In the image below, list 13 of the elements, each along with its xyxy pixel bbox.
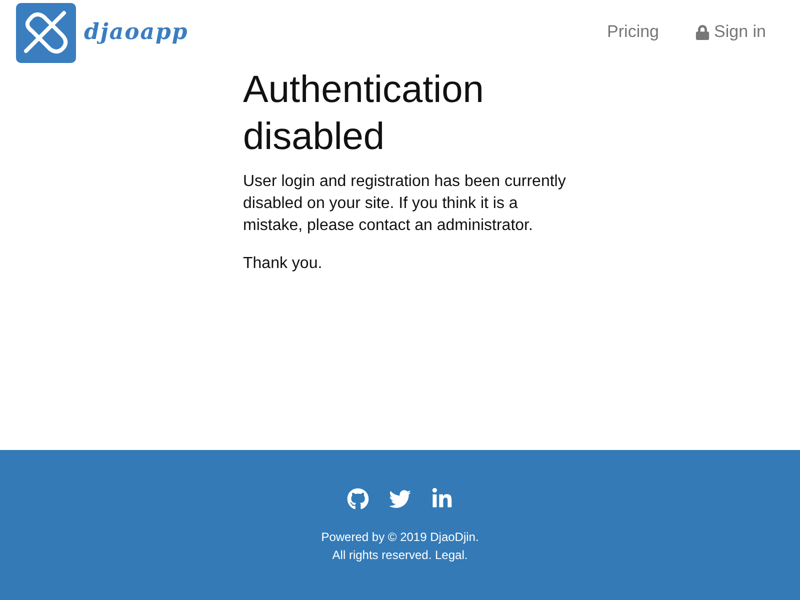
- footer-text: Powered by © 2019 DjaoDjin.: [321, 529, 479, 546]
- bird-icon[interactable]: [389, 488, 411, 510]
- nav-link[interactable]: Sign in: [695, 22, 766, 42]
- message-text: User login and registration has been currently disabled on your site. If you think it is a mistake, please contact an administrator.: [243, 172, 567, 236]
- nav-link[interactable]: Pricing: [607, 22, 660, 42]
- message-text: Thank you.: [243, 254, 324, 274]
- logo-icon[interactable]: [16, 3, 76, 63]
- lock-icon: [695, 24, 710, 40]
- brand-name[interactable]: djaoapp: [84, 19, 188, 45]
- page-title: Authentication disabled: [243, 68, 485, 160]
- linkedin-icon[interactable]: [431, 488, 453, 510]
- github-icon[interactable]: [347, 488, 369, 510]
- footer-text: All rights reserved. Legal.: [332, 547, 468, 564]
